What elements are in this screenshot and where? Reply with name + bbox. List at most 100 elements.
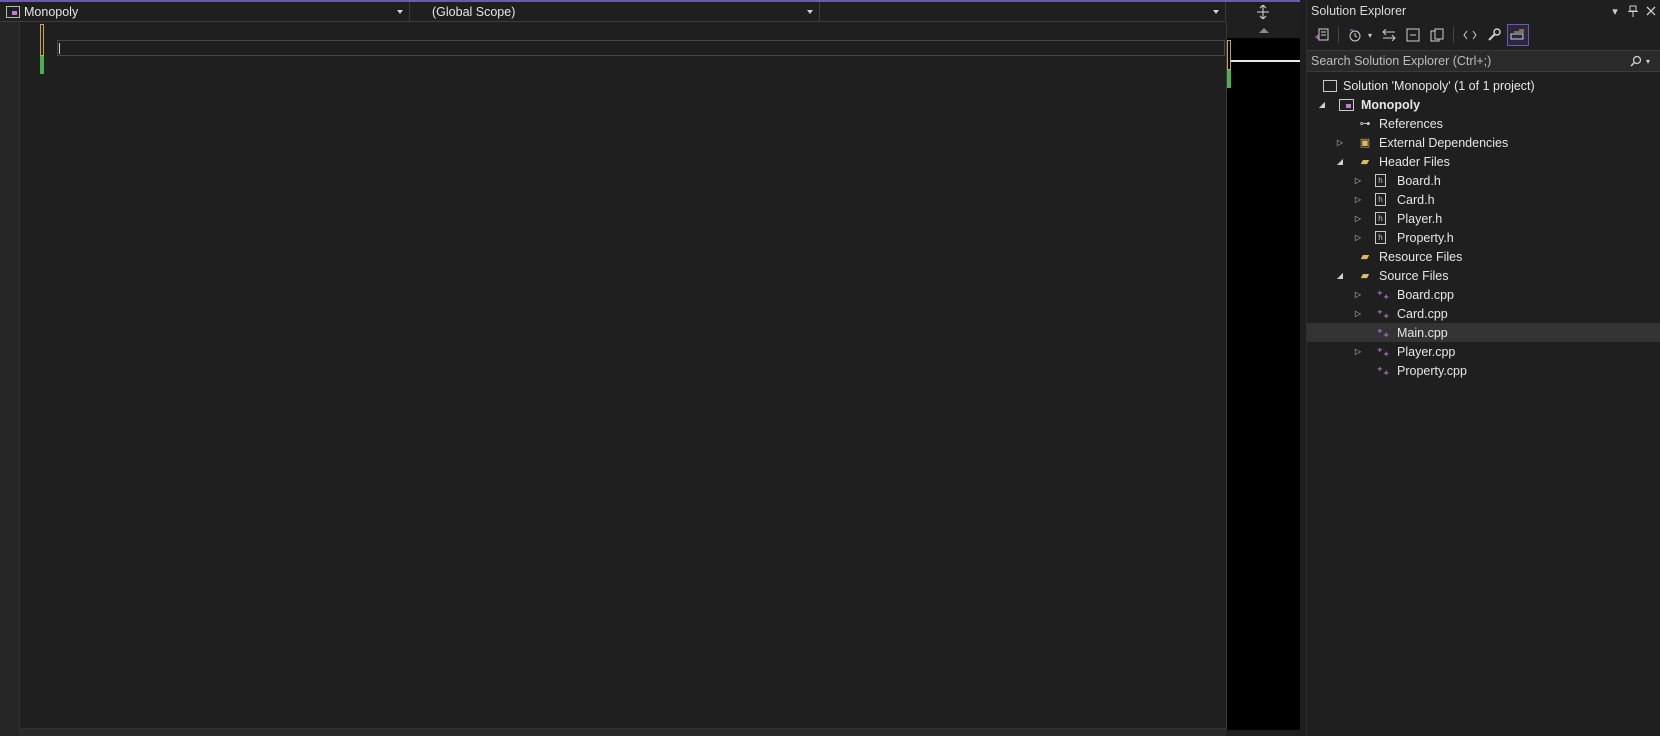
map-change-marker bbox=[1227, 40, 1231, 70]
unsaved-change-marker bbox=[40, 24, 44, 56]
tree-item-file[interactable]: ▷ ⁺₊ Board.cpp bbox=[1307, 285, 1660, 304]
expand-arrow-icon[interactable]: ▷ bbox=[1353, 309, 1363, 319]
tree-item-label: Source Files bbox=[1379, 268, 1449, 283]
view-code-button[interactable] bbox=[1459, 24, 1481, 46]
tree-item-label: Header Files bbox=[1379, 154, 1450, 169]
tree-item-file[interactable]: ▷ ⁺₊ Player.cpp bbox=[1307, 342, 1660, 361]
tree-item-label: Property.cpp bbox=[1397, 363, 1467, 378]
header-file-icon: h bbox=[1375, 193, 1386, 206]
tree-item-file[interactable]: ⁺₊ Property.cpp bbox=[1307, 361, 1660, 380]
sync-with-active-document-button[interactable] bbox=[1378, 24, 1400, 46]
tree-item-file[interactable]: ▷ h Property.h bbox=[1307, 228, 1660, 247]
map-saved-marker bbox=[1227, 70, 1231, 88]
tree-item-resource-files[interactable]: ▰ Resource Files bbox=[1307, 247, 1660, 266]
split-icon bbox=[1257, 5, 1269, 19]
scope-dropdown[interactable]: (Global Scope) bbox=[410, 2, 820, 22]
cpp-project-icon bbox=[6, 6, 20, 18]
collapse-arrow-icon[interactable]: ◢ bbox=[1335, 157, 1345, 167]
tree-item-external-dependencies[interactable]: ▷ ▣ External Dependencies bbox=[1307, 133, 1660, 152]
search-icon[interactable] bbox=[1630, 55, 1642, 67]
navigation-bar: Monopoly (Global Scope) bbox=[0, 0, 1300, 22]
code-editor[interactable]: Monopoly (Global Scope) bbox=[0, 0, 1300, 736]
close-button[interactable] bbox=[1642, 2, 1660, 20]
tree-item-file-selected[interactable]: ⁺₊ Main.cpp bbox=[1307, 323, 1660, 342]
clock-icon bbox=[1349, 29, 1361, 42]
tree-item-file[interactable]: ▷ h Board.h bbox=[1307, 171, 1660, 190]
close-icon bbox=[1646, 6, 1656, 16]
preview-icon bbox=[1510, 29, 1524, 40]
cpp-file-icon: ⁺₊ bbox=[1376, 325, 1390, 340]
filter-folder-icon: ▰ bbox=[1360, 270, 1370, 282]
chevron-down-icon bbox=[1213, 10, 1219, 14]
project-dropdown-label: Monopoly bbox=[24, 5, 79, 19]
tree-item-file[interactable]: ▷ ⁺₊ Card.cpp bbox=[1307, 304, 1660, 323]
search-box[interactable]: ▾ bbox=[1307, 50, 1660, 72]
collapse-all-icon bbox=[1406, 28, 1420, 42]
tree-item-label: Monopoly bbox=[1361, 97, 1421, 112]
collapse-all-button[interactable] bbox=[1402, 24, 1424, 46]
tree-item-label: Property.h bbox=[1397, 230, 1454, 245]
current-line-highlight bbox=[57, 40, 1225, 56]
expand-arrow-icon[interactable]: ▷ bbox=[1353, 347, 1363, 357]
code-brackets-icon bbox=[1463, 30, 1477, 40]
properties-button[interactable] bbox=[1483, 24, 1505, 46]
tree-item-label: Board.h bbox=[1397, 173, 1441, 188]
tree-item-label: External Dependencies bbox=[1379, 135, 1509, 150]
collapse-arrow-icon[interactable]: ◢ bbox=[1317, 100, 1327, 110]
expand-arrow-icon[interactable]: ▷ bbox=[1353, 195, 1363, 205]
tree-item-label: Card.h bbox=[1397, 192, 1435, 207]
expand-arrow-icon[interactable]: ▷ bbox=[1353, 214, 1363, 224]
switch-views-button[interactable] bbox=[1311, 24, 1333, 46]
show-all-files-icon bbox=[1430, 28, 1444, 42]
chevron-down-icon bbox=[397, 10, 403, 14]
expand-arrow-icon[interactable]: ▷ bbox=[1335, 138, 1345, 148]
member-dropdown[interactable] bbox=[820, 2, 1226, 22]
chevron-down-icon[interactable]: ▾ bbox=[1368, 31, 1376, 40]
pin-button[interactable] bbox=[1624, 2, 1642, 20]
horizontal-scrollbar[interactable] bbox=[20, 728, 1226, 736]
expand-arrow-icon[interactable]: ▷ bbox=[1353, 290, 1363, 300]
tree-item-references[interactable]: ⊶ References bbox=[1307, 114, 1660, 133]
tree-item-solution[interactable]: Solution 'Monopoly' (1 of 1 project) bbox=[1307, 76, 1660, 95]
scroll-up-button[interactable] bbox=[1227, 22, 1300, 38]
header-file-icon: h bbox=[1375, 231, 1386, 244]
tree-item-label: Solution 'Monopoly' (1 of 1 project) bbox=[1343, 78, 1535, 93]
vertical-scroll-map[interactable] bbox=[1226, 22, 1300, 730]
tree-item-source-files[interactable]: ◢ ▰ Source Files bbox=[1307, 266, 1660, 285]
expand-arrow-icon[interactable]: ▷ bbox=[1353, 176, 1363, 186]
pin-icon bbox=[1628, 5, 1638, 17]
split-editor-button[interactable] bbox=[1226, 2, 1300, 22]
preview-selected-items-button[interactable] bbox=[1507, 24, 1529, 46]
toolbar-separator bbox=[1453, 27, 1454, 43]
pending-changes-filter-button[interactable] bbox=[1344, 24, 1366, 46]
collapse-arrow-icon[interactable]: ◢ bbox=[1335, 271, 1345, 281]
tree-item-file[interactable]: ▷ h Player.h bbox=[1307, 209, 1660, 228]
tree-item-header-files[interactable]: ◢ ▰ Header Files bbox=[1307, 152, 1660, 171]
tree-item-label: Resource Files bbox=[1379, 249, 1463, 264]
search-input[interactable] bbox=[1311, 54, 1626, 68]
tree-item-label: Card.cpp bbox=[1397, 306, 1448, 321]
text-caret bbox=[59, 43, 60, 54]
tree-item-label: Player.cpp bbox=[1397, 344, 1456, 359]
map-caret-line bbox=[1231, 60, 1300, 62]
panel-title-bar: Solution Explorer ▾ bbox=[1307, 0, 1660, 22]
editor-left-gutter bbox=[0, 22, 20, 736]
tree-item-label: Player.h bbox=[1397, 211, 1443, 226]
tree-item-file[interactable]: ▷ h Card.h bbox=[1307, 190, 1660, 209]
header-file-icon: h bbox=[1375, 212, 1386, 225]
project-dropdown[interactable]: Monopoly bbox=[0, 2, 410, 22]
arrow-up-icon bbox=[1258, 27, 1269, 33]
show-all-files-button[interactable] bbox=[1426, 24, 1448, 46]
window-options-button[interactable]: ▾ bbox=[1606, 2, 1624, 20]
scope-dropdown-label: (Global Scope) bbox=[432, 5, 516, 19]
chevron-down-icon bbox=[807, 10, 813, 14]
cpp-file-icon: ⁺₊ bbox=[1376, 287, 1390, 302]
saved-change-marker bbox=[40, 56, 44, 74]
filter-folder-icon: ▰ bbox=[1360, 251, 1370, 263]
tree-item-label: Board.cpp bbox=[1397, 287, 1454, 302]
solution-icon bbox=[1323, 79, 1337, 92]
tree-item-project[interactable]: ◢ Monopoly bbox=[1307, 95, 1660, 114]
expand-arrow-icon[interactable]: ▷ bbox=[1353, 233, 1363, 243]
cpp-file-icon: ⁺₊ bbox=[1376, 344, 1390, 359]
search-options-chevron-icon[interactable]: ▾ bbox=[1646, 57, 1654, 66]
